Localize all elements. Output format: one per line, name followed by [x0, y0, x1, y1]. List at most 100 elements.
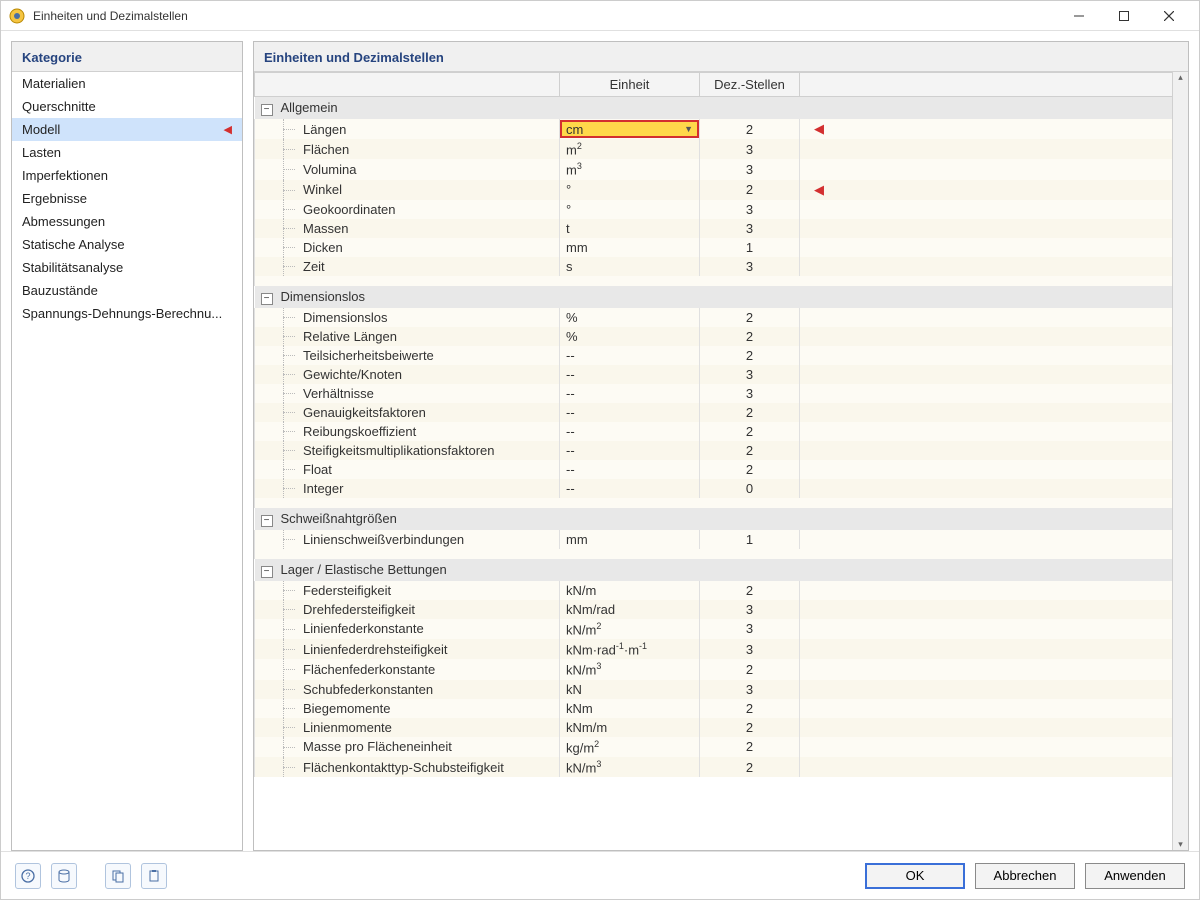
- decimal-cell[interactable]: 1: [700, 530, 800, 549]
- unit-cell[interactable]: kN/m: [560, 581, 700, 600]
- collapse-icon[interactable]: −: [261, 293, 273, 305]
- unit-cell[interactable]: cm▼: [560, 119, 700, 139]
- sidebar-item-7[interactable]: Statische Analyse: [12, 233, 242, 256]
- maximize-button[interactable]: [1101, 2, 1146, 30]
- decimal-cell[interactable]: 2: [700, 119, 800, 139]
- table-row[interactable]: Flächenkontakttyp-SchubsteifigkeitkN/m32: [255, 757, 1188, 777]
- col-header-unit[interactable]: Einheit: [560, 73, 700, 97]
- table-row[interactable]: Verhältnisse--3: [255, 384, 1188, 403]
- table-row[interactable]: Float--2: [255, 460, 1188, 479]
- table-row[interactable]: Linienschweißverbindungenmm1: [255, 530, 1188, 549]
- database-icon[interactable]: [51, 863, 77, 889]
- unit-cell[interactable]: --: [560, 365, 700, 384]
- unit-cell[interactable]: kNm/m: [560, 718, 700, 737]
- table-row[interactable]: Dimensionslos%2: [255, 308, 1188, 327]
- decimal-cell[interactable]: 3: [700, 365, 800, 384]
- ok-button[interactable]: OK: [865, 863, 965, 889]
- unit-cell[interactable]: --: [560, 422, 700, 441]
- paste-icon[interactable]: [141, 863, 167, 889]
- decimal-cell[interactable]: 2: [700, 460, 800, 479]
- decimal-cell[interactable]: 3: [700, 600, 800, 619]
- sidebar-item-6[interactable]: Abmessungen: [12, 210, 242, 233]
- decimal-cell[interactable]: 2: [700, 757, 800, 777]
- sidebar-item-3[interactable]: Lasten: [12, 141, 242, 164]
- table-row[interactable]: Teilsicherheitsbeiwerte--2: [255, 346, 1188, 365]
- table-row[interactable]: Relative Längen%2: [255, 327, 1188, 346]
- unit-cell[interactable]: kN/m3: [560, 757, 700, 777]
- table-row[interactable]: BiegemomentekNm2: [255, 699, 1188, 718]
- sidebar-item-5[interactable]: Ergebnisse: [12, 187, 242, 210]
- decimal-cell[interactable]: 2: [700, 180, 800, 200]
- table-row[interactable]: SchubfederkonstantenkN3: [255, 680, 1188, 699]
- decimal-cell[interactable]: 3: [700, 680, 800, 699]
- decimal-cell[interactable]: 2: [700, 441, 800, 460]
- unit-cell[interactable]: --: [560, 441, 700, 460]
- decimal-cell[interactable]: 0: [700, 479, 800, 498]
- decimal-cell[interactable]: 3: [700, 200, 800, 219]
- unit-cell[interactable]: --: [560, 346, 700, 365]
- decimal-cell[interactable]: 1: [700, 238, 800, 257]
- decimal-cell[interactable]: 2: [700, 581, 800, 600]
- minimize-button[interactable]: [1056, 2, 1101, 30]
- unit-cell[interactable]: kNm/rad: [560, 600, 700, 619]
- table-row[interactable]: FedersteifigkeitkN/m2: [255, 581, 1188, 600]
- unit-cell[interactable]: t: [560, 219, 700, 238]
- table-row[interactable]: Geokoordinaten°3: [255, 200, 1188, 219]
- table-row[interactable]: Integer--0: [255, 479, 1188, 498]
- close-button[interactable]: [1146, 2, 1191, 30]
- decimal-cell[interactable]: 2: [700, 699, 800, 718]
- help-icon[interactable]: ?: [15, 863, 41, 889]
- decimal-cell[interactable]: 3: [700, 384, 800, 403]
- unit-cell[interactable]: °: [560, 200, 700, 219]
- unit-cell[interactable]: --: [560, 460, 700, 479]
- table-row[interactable]: Masse pro Flächeneinheitkg/m22: [255, 737, 1188, 757]
- apply-button[interactable]: Anwenden: [1085, 863, 1185, 889]
- collapse-icon[interactable]: −: [261, 104, 273, 116]
- unit-cell[interactable]: s: [560, 257, 700, 276]
- decimal-cell[interactable]: 2: [700, 327, 800, 346]
- sidebar-item-8[interactable]: Stabilitätsanalyse: [12, 256, 242, 279]
- table-row[interactable]: Winkel°2◀: [255, 180, 1188, 200]
- unit-cell[interactable]: --: [560, 384, 700, 403]
- table-row[interactable]: Reibungskoeffizient--2: [255, 422, 1188, 441]
- unit-cell[interactable]: kNm·rad-1·m-1: [560, 639, 700, 659]
- sidebar-item-9[interactable]: Bauzustände: [12, 279, 242, 302]
- cancel-button[interactable]: Abbrechen: [975, 863, 1075, 889]
- sidebar-item-0[interactable]: Materialien: [12, 72, 242, 95]
- collapse-icon[interactable]: −: [261, 515, 273, 527]
- unit-cell[interactable]: m2: [560, 139, 700, 159]
- decimal-cell[interactable]: 2: [700, 718, 800, 737]
- sidebar-item-2[interactable]: Modell◀: [12, 118, 242, 141]
- unit-cell[interactable]: --: [560, 479, 700, 498]
- decimal-cell[interactable]: 2: [700, 659, 800, 679]
- decimal-cell[interactable]: 3: [700, 639, 800, 659]
- sidebar-item-1[interactable]: Querschnitte: [12, 95, 242, 118]
- table-row[interactable]: LinienfederkonstantekN/m23: [255, 619, 1188, 639]
- unit-cell[interactable]: m3: [560, 159, 700, 179]
- unit-cell[interactable]: %: [560, 327, 700, 346]
- table-row[interactable]: Steifigkeitsmultiplikationsfaktoren--2: [255, 441, 1188, 460]
- decimal-cell[interactable]: 3: [700, 219, 800, 238]
- sidebar-item-4[interactable]: Imperfektionen: [12, 164, 242, 187]
- table-row[interactable]: Zeits3: [255, 257, 1188, 276]
- table-row[interactable]: DrehfedersteifigkeitkNm/rad3: [255, 600, 1188, 619]
- unit-cell[interactable]: kN/m3: [560, 659, 700, 679]
- sidebar-item-10[interactable]: Spannungs-Dehnungs-Berechnu...: [12, 302, 242, 325]
- table-row[interactable]: Voluminam33: [255, 159, 1188, 179]
- unit-cell[interactable]: kN/m2: [560, 619, 700, 639]
- vertical-scrollbar[interactable]: ▴ ▾: [1172, 72, 1188, 850]
- table-row[interactable]: Genauigkeitsfaktoren--2: [255, 403, 1188, 422]
- unit-cell[interactable]: °: [560, 180, 700, 200]
- table-row[interactable]: Flächenm23: [255, 139, 1188, 159]
- collapse-icon[interactable]: −: [261, 566, 273, 578]
- decimal-cell[interactable]: 2: [700, 308, 800, 327]
- decimal-cell[interactable]: 2: [700, 422, 800, 441]
- unit-cell[interactable]: kN: [560, 680, 700, 699]
- scroll-down-icon[interactable]: ▾: [1178, 839, 1183, 850]
- unit-cell[interactable]: kNm: [560, 699, 700, 718]
- table-row[interactable]: Massent3: [255, 219, 1188, 238]
- decimal-cell[interactable]: 3: [700, 159, 800, 179]
- unit-cell[interactable]: mm: [560, 530, 700, 549]
- table-row[interactable]: Gewichte/Knoten--3: [255, 365, 1188, 384]
- unit-dropdown[interactable]: cm▼: [560, 120, 699, 138]
